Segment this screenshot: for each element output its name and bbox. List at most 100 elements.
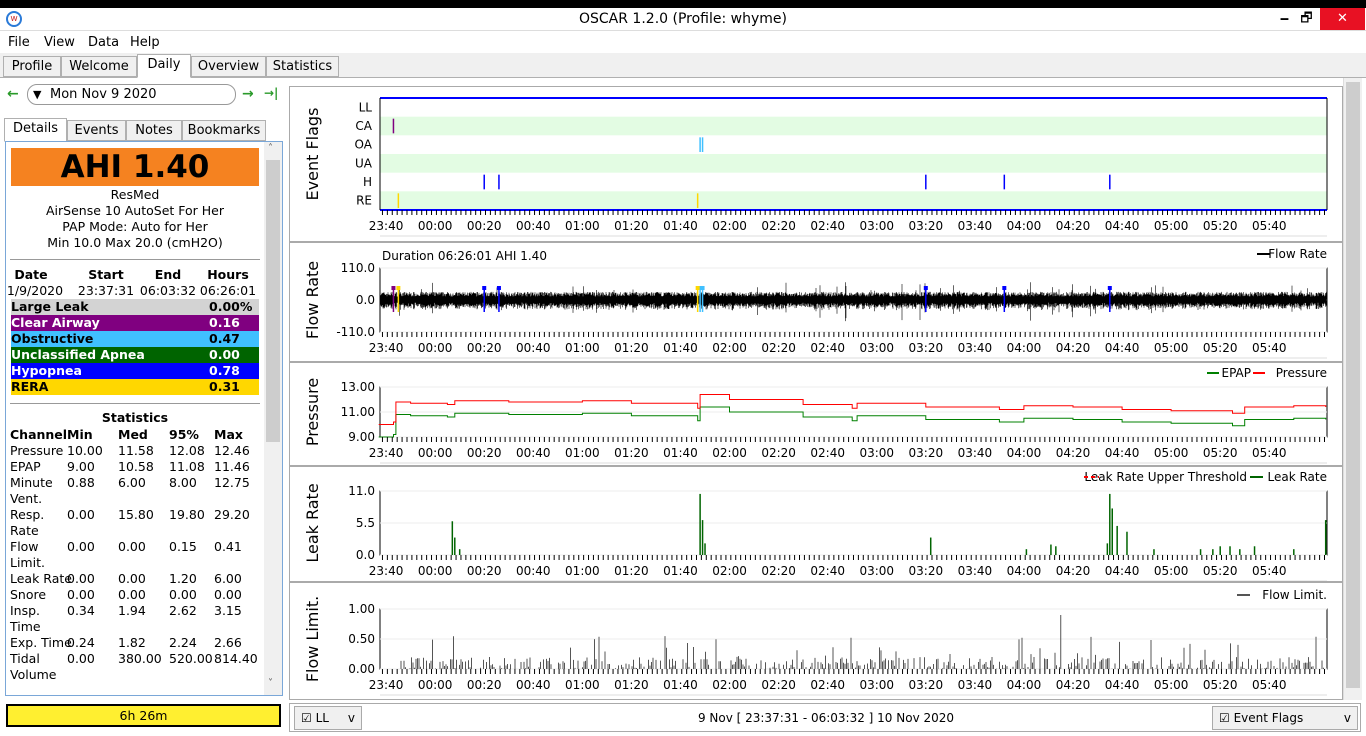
event-value: 0.00: [209, 347, 240, 362]
event-value: 0.16: [209, 315, 240, 330]
stats-value: 0.00: [118, 539, 146, 554]
x-tick-label: 05:20: [1203, 564, 1238, 578]
x-tick-label: 00:20: [467, 564, 502, 578]
menu-view[interactable]: View: [44, 35, 75, 50]
stats-value: 6.00: [214, 571, 242, 586]
menu-bar: File View Data Help: [0, 31, 1366, 53]
x-tick-label: 03:40: [958, 446, 993, 460]
session-header: End: [154, 267, 182, 282]
event-value: 0.31: [209, 379, 240, 394]
next-day-button[interactable]: →: [242, 86, 254, 102]
x-tick-label: 03:20: [909, 446, 944, 460]
x-tick-label: 03:20: [909, 678, 944, 692]
flow-limit-bars: [400, 615, 1324, 669]
previous-day-button[interactable]: ←: [7, 86, 19, 102]
x-tick-label: 03:40: [958, 219, 993, 233]
y-tick-label: 5.5: [356, 516, 375, 530]
x-tick-label: 05:00: [1154, 219, 1189, 233]
x-tick-label: 02:20: [761, 564, 796, 578]
scrollbar-thumb[interactable]: [1346, 82, 1360, 688]
stats-value: 19.80: [169, 507, 205, 522]
menu-file[interactable]: File: [8, 35, 30, 50]
stats-channel: Resp. Rate: [10, 507, 45, 538]
stats-value: 0.24: [67, 635, 95, 650]
x-tick-label: 00:20: [467, 219, 502, 233]
stats-header: 95%: [169, 427, 199, 442]
close-button[interactable]: ✕: [1320, 8, 1365, 30]
x-tick-label: 23:40: [369, 219, 404, 233]
flow-event-marker-cap: [391, 286, 396, 290]
stats-value: 1.82: [118, 635, 146, 650]
legend-label: Leak Rate Upper Threshold: [1084, 470, 1247, 484]
x-tick-label: 01:20: [614, 219, 649, 233]
stats-value: 12.46: [214, 443, 250, 458]
x-tick-label: 05:40: [1252, 678, 1287, 692]
tab-statistics[interactable]: Statistics: [266, 56, 339, 77]
flag-row-label: CA: [355, 119, 372, 133]
legend-label: EPAP: [1222, 366, 1252, 380]
x-tick-label: 05:40: [1252, 219, 1287, 233]
last-day-button[interactable]: →|: [264, 86, 278, 100]
event-value: 0.00%: [209, 299, 253, 314]
stats-value: 3.15: [214, 603, 242, 618]
x-tick-label: 00:40: [516, 564, 551, 578]
stats-value: 520.00: [169, 651, 213, 666]
subtab-notes[interactable]: Notes: [126, 120, 182, 141]
tab-daily[interactable]: Daily: [137, 54, 191, 78]
session-header: Start: [88, 267, 124, 282]
stats-channel: Exp. Time: [10, 635, 72, 650]
x-tick-label: 01:00: [565, 446, 600, 460]
x-tick-label: 01:40: [663, 446, 698, 460]
details-scrollbar[interactable]: ˄ ˅: [264, 142, 282, 695]
x-tick-label: 00:20: [467, 341, 502, 355]
scroll-up-icon[interactable]: ˄: [268, 143, 273, 154]
date-picker[interactable]: ▼ Mon Nov 9 2020: [27, 84, 236, 105]
event-label: Obstructive: [11, 331, 94, 346]
x-tick-label: 02:20: [761, 219, 796, 233]
x-tick-label: 01:20: [614, 341, 649, 355]
scrollbar-thumb[interactable]: [266, 160, 280, 442]
event-index-row: RERA 0.31: [11, 379, 259, 395]
x-tick-label: 05:20: [1203, 446, 1238, 460]
stats-channel: Insp. Time: [10, 603, 41, 634]
tab-profile[interactable]: Profile: [3, 56, 61, 77]
chevron-down-icon: v: [1343, 711, 1351, 725]
menu-help[interactable]: Help: [130, 35, 160, 50]
total-time-bar: 6h 26m: [6, 704, 281, 727]
stats-header: Max: [214, 427, 243, 442]
subtab-events[interactable]: Events: [67, 120, 126, 141]
x-tick-label: 03:00: [859, 341, 894, 355]
session-header: Date: [14, 267, 48, 282]
y-tick-label: 0.0: [356, 548, 375, 562]
x-tick-label: 03:20: [909, 219, 944, 233]
x-tick-label: 05:00: [1154, 341, 1189, 355]
stats-value: 12.08: [169, 443, 205, 458]
graph-selector-combo[interactable]: ☑ Event Flags v: [1212, 706, 1358, 730]
subtab-bookmarks[interactable]: Bookmarks: [182, 120, 266, 141]
x-tick-label: 02:40: [810, 678, 845, 692]
subtab-details[interactable]: Details: [4, 118, 67, 142]
pap-mode: PAP Mode: Auto for Her: [62, 219, 208, 234]
y-tick-label: 11.00: [341, 405, 375, 419]
menu-data[interactable]: Data: [88, 35, 119, 50]
stats-value: 814.40: [214, 651, 258, 666]
y-tick-label: 1.00: [348, 602, 375, 616]
chart-title: Leak Rate: [303, 483, 322, 562]
session-header: Hours: [207, 267, 249, 282]
y-tick-label: 13.00: [341, 380, 375, 394]
graphs-scrollbar[interactable]: [1343, 78, 1362, 700]
scroll-down-icon[interactable]: ˅: [268, 678, 273, 689]
stats-value: 0.00: [214, 587, 242, 602]
x-tick-label: 04:00: [1007, 446, 1042, 460]
event-label: RERA: [11, 379, 49, 394]
x-tick-label: 00:00: [418, 341, 453, 355]
stats-channel: Flow Limit.: [10, 539, 45, 570]
event-label: Unclassified Apnea: [11, 347, 145, 362]
x-tick-label: 03:40: [958, 341, 993, 355]
tab-welcome[interactable]: Welcome: [61, 56, 137, 77]
pressure-range: Min 10.0 Max 20.0 (cmH2O): [47, 235, 223, 250]
stats-value: 0.00: [118, 587, 146, 602]
device-brand: ResMed: [110, 187, 160, 202]
legend-label: Leak Rate: [1268, 470, 1328, 484]
tab-overview[interactable]: Overview: [191, 56, 266, 77]
